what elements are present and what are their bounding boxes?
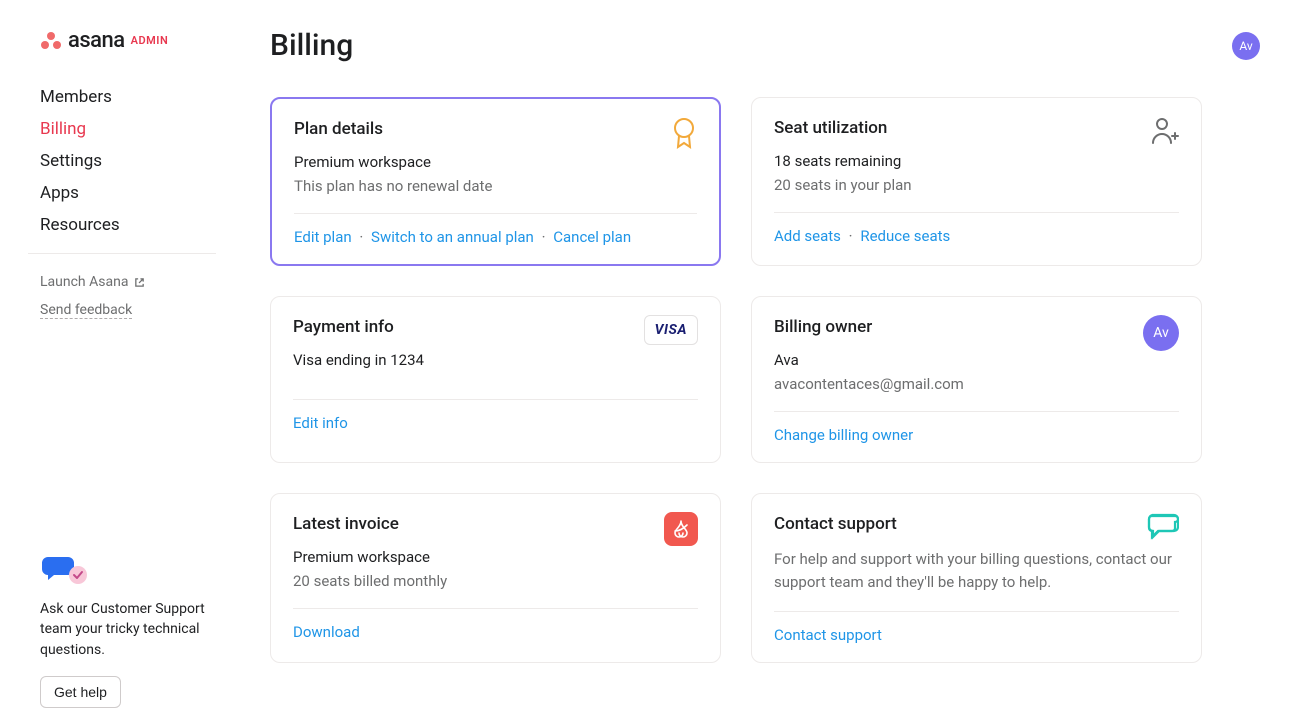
edit-plan-link[interactable]: Edit plan xyxy=(294,228,352,246)
support-text: Ask our Customer Support team your trick… xyxy=(40,599,210,660)
seats-remaining: 18 seats remaining xyxy=(774,152,1179,170)
invoice-actions: Download xyxy=(293,608,698,641)
invoice-seats: 20 seats billed monthly xyxy=(293,572,698,590)
visa-badge: VISA xyxy=(644,315,698,345)
seat-utilization-card: Seat utilization 18 seats remaining 20 s… xyxy=(751,97,1202,266)
nav-settings[interactable]: Settings xyxy=(40,145,240,177)
main-content: Billing Av Plan details Premium workspac… xyxy=(240,0,1300,728)
user-avatar[interactable]: Av xyxy=(1232,32,1260,60)
owner-email: avacontentaces@gmail.com xyxy=(774,375,1179,393)
cancel-plan-link[interactable]: Cancel plan xyxy=(553,228,631,246)
brand-logo[interactable]: asana ADMIN xyxy=(0,28,240,53)
latest-invoice-title: Latest invoice xyxy=(293,514,698,534)
invoice-workspace: Premium workspace xyxy=(293,548,698,566)
owner-actions: Change billing owner xyxy=(774,411,1179,444)
brand-suffix: ADMIN xyxy=(131,34,169,47)
plan-actions: Edit plan · Switch to an annual plan · C… xyxy=(294,213,697,246)
primary-nav: Members Billing Settings Apps Resources xyxy=(0,81,240,241)
add-seats-link[interactable]: Add seats xyxy=(774,227,841,245)
billing-owner-title: Billing owner xyxy=(774,317,1179,337)
billing-owner-card: Av Billing owner Ava avacontentaces@gmai… xyxy=(751,296,1202,463)
payment-info-card: VISA Payment info Visa ending in 1234 Ed… xyxy=(270,296,721,463)
contact-support-card: Contact support For help and support wit… xyxy=(751,493,1202,663)
launch-asana-link[interactable]: Launch Asana xyxy=(40,268,145,296)
seat-actions: Add seats · Reduce seats xyxy=(774,212,1179,245)
billing-cards-grid: Plan details Premium workspace This plan… xyxy=(270,97,1202,663)
chat-bubble-icon xyxy=(1147,512,1179,544)
plan-renewal: This plan has no renewal date xyxy=(294,177,697,195)
card-ending: Visa ending in 1234 xyxy=(293,351,698,369)
support-box: Ask our Customer Support team your trick… xyxy=(0,553,240,708)
ribbon-icon xyxy=(671,117,697,153)
contact-support-link[interactable]: Contact support xyxy=(774,626,882,644)
nav-members[interactable]: Members xyxy=(40,81,240,113)
support-chat-icon xyxy=(40,553,90,585)
edit-payment-link[interactable]: Edit info xyxy=(293,414,348,432)
contact-actions: Contact support xyxy=(774,611,1179,644)
owner-name: Ava xyxy=(774,351,1179,369)
reduce-seats-link[interactable]: Reduce seats xyxy=(860,227,950,245)
pdf-icon xyxy=(664,512,698,546)
add-user-icon xyxy=(1149,116,1179,150)
plan-details-card: Plan details Premium workspace This plan… xyxy=(270,97,721,266)
secondary-nav: Launch Asana Send feedback xyxy=(0,268,240,325)
get-help-button[interactable]: Get help xyxy=(40,676,121,708)
send-feedback-link[interactable]: Send feedback xyxy=(40,296,132,325)
contact-support-text: For help and support with your billing q… xyxy=(774,548,1179,593)
action-separator: · xyxy=(359,228,363,246)
nav-resources[interactable]: Resources xyxy=(40,209,240,241)
payment-info-title: Payment info xyxy=(293,317,698,337)
download-invoice-link[interactable]: Download xyxy=(293,623,360,641)
contact-support-title: Contact support xyxy=(774,514,1179,534)
launch-asana-label: Launch Asana xyxy=(40,274,128,290)
latest-invoice-card: Latest invoice Premium workspace 20 seat… xyxy=(270,493,721,663)
plan-workspace: Premium workspace xyxy=(294,153,697,171)
nav-apps[interactable]: Apps xyxy=(40,177,240,209)
switch-annual-link[interactable]: Switch to an annual plan xyxy=(371,228,534,246)
external-link-icon xyxy=(134,277,145,288)
action-separator: · xyxy=(849,227,853,245)
owner-avatar: Av xyxy=(1143,315,1179,351)
page-title: Billing xyxy=(270,28,353,63)
page-header: Billing Av xyxy=(270,28,1260,63)
seat-utilization-title: Seat utilization xyxy=(774,118,1179,138)
seats-in-plan: 20 seats in your plan xyxy=(774,176,1179,194)
send-feedback-label: Send feedback xyxy=(40,302,132,319)
payment-actions: Edit info xyxy=(293,399,698,432)
asana-logo-icon xyxy=(40,31,62,51)
sidebar: asana ADMIN Members Billing Settings App… xyxy=(0,0,240,728)
nav-divider xyxy=(28,253,216,254)
brand-name: asana xyxy=(68,28,125,53)
plan-details-title: Plan details xyxy=(294,119,697,139)
nav-billing[interactable]: Billing xyxy=(40,113,240,145)
change-owner-link[interactable]: Change billing owner xyxy=(774,426,913,444)
action-separator: · xyxy=(542,228,546,246)
